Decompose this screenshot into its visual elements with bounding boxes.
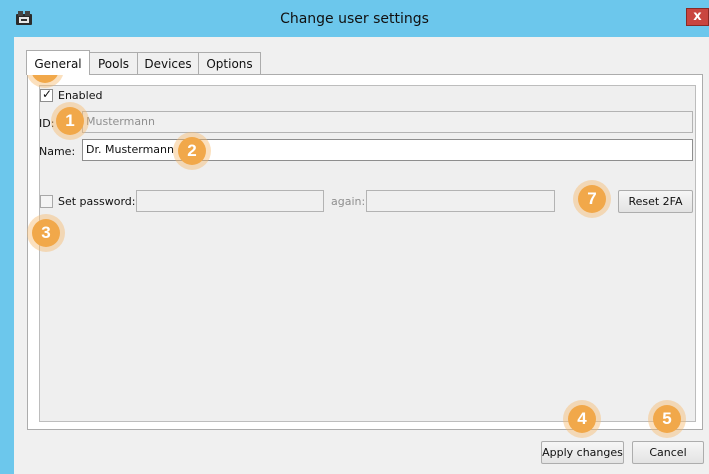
title-bar: Change user settings x	[0, 0, 709, 37]
callout-badge: 4	[563, 400, 601, 438]
enabled-label: Enabled	[58, 89, 103, 102]
password-again-field[interactable]	[366, 190, 555, 212]
tab-options[interactable]: Options	[198, 52, 261, 75]
tab-devices[interactable]: Devices	[137, 52, 199, 75]
callout-number: 3	[32, 219, 60, 247]
callout-badge: 7	[573, 180, 611, 218]
cancel-button[interactable]: Cancel	[632, 441, 704, 464]
id-field: Mustermann	[82, 111, 693, 133]
window-title: Change user settings	[280, 11, 429, 27]
enabled-checkbox[interactable]: ✓	[40, 87, 53, 102]
set-password-checkbox[interactable]	[40, 195, 53, 208]
password-field[interactable]	[136, 190, 324, 212]
settings-group	[39, 85, 696, 422]
callout-number: 5	[653, 405, 681, 433]
again-label: again:	[331, 195, 366, 208]
callout-badge: 5	[648, 400, 686, 438]
tab-general[interactable]: General	[26, 50, 90, 75]
callout-badge: 1	[51, 102, 89, 140]
callout-number: 4	[568, 405, 596, 433]
name-label: Name:	[39, 145, 76, 158]
checkmark-icon: ✓	[42, 87, 53, 101]
tab-pools[interactable]: Pools	[89, 52, 138, 75]
set-password-label: Set password:	[58, 195, 136, 208]
reset-2fa-button[interactable]: Reset 2FA	[618, 190, 693, 213]
callout-number: 1	[56, 107, 84, 135]
callout-badge: 3	[27, 214, 65, 252]
close-button[interactable]: x	[686, 8, 709, 26]
apply-changes-button[interactable]: Apply changes	[541, 441, 624, 464]
callout-badge: 2	[173, 132, 211, 170]
callout-number: 2	[178, 137, 206, 165]
callout-number: 7	[578, 185, 606, 213]
